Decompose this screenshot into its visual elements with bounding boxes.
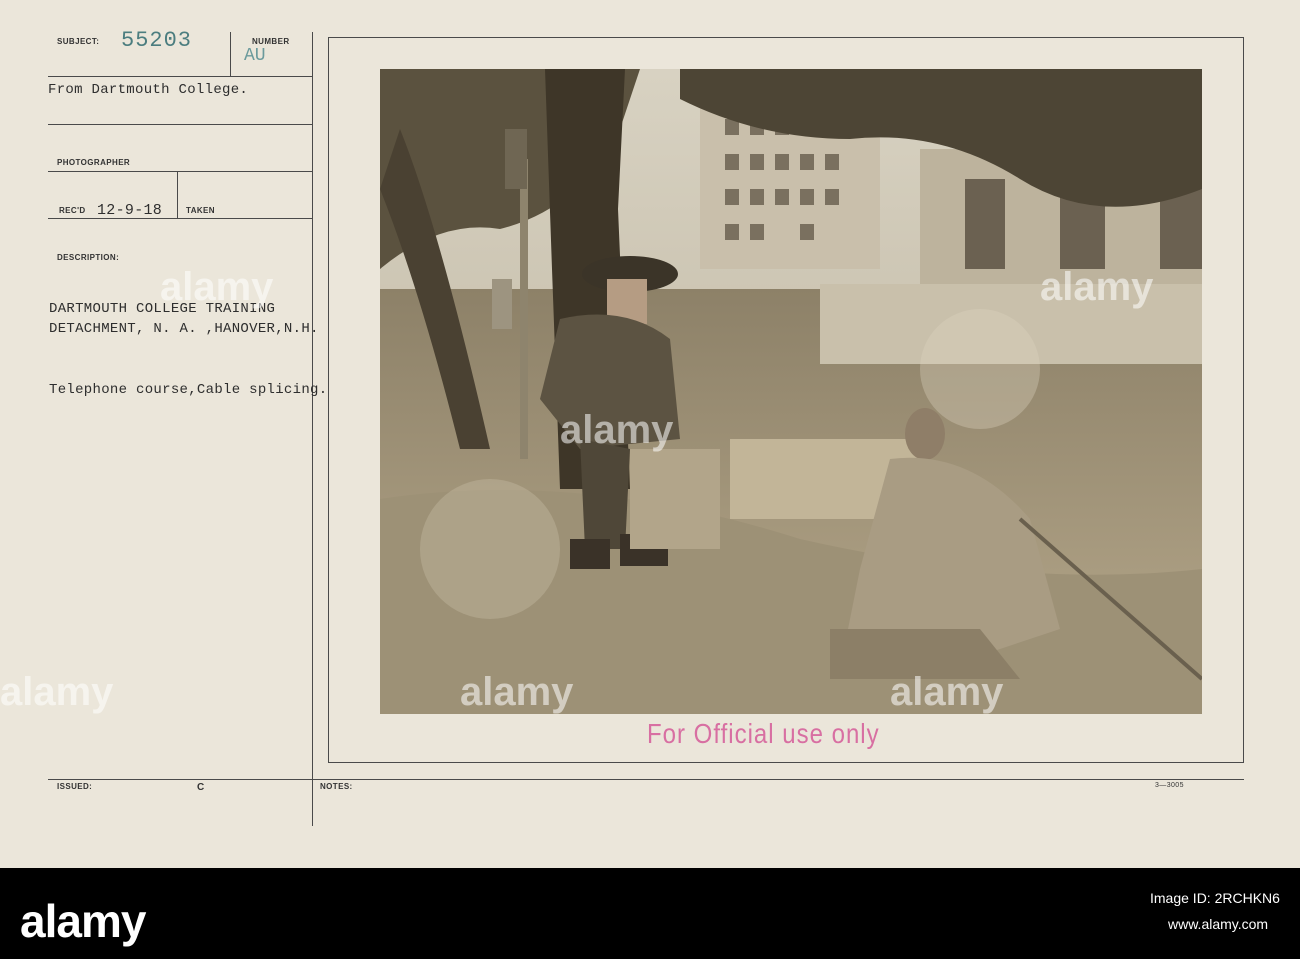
form-rule (312, 32, 313, 826)
photo-illustration (380, 69, 1202, 714)
form-rule (48, 779, 1244, 780)
form-rule (48, 124, 312, 125)
form-rule (328, 762, 1244, 763)
watermark-logo: alamy (0, 670, 114, 714)
form-rule (230, 32, 231, 76)
alamy-url: www.alamy.com (1168, 916, 1269, 932)
description-line-2: DETACHMENT, N. A. ,HANOVER,N.H. (49, 321, 319, 337)
form-rule (48, 76, 312, 77)
source-text: From Dartmouth College. (48, 82, 249, 98)
number-code: AU (244, 46, 266, 66)
watermark-logo: alamy (460, 670, 574, 714)
issued-label: ISSUED: (57, 782, 93, 791)
caption-text: Telephone course,Cable splicing. (49, 382, 328, 398)
form-rule (48, 171, 312, 172)
photograph (380, 69, 1202, 714)
image-id: Image ID: 2RCHKN6 (1150, 890, 1280, 906)
watermark-logo: alamy (1040, 265, 1154, 309)
subject-number: 55203 (121, 28, 193, 53)
watermark-logo: alamy (160, 265, 274, 309)
watermark-logo: alamy (890, 670, 1004, 714)
description-label: DESCRIPTION: (57, 253, 120, 262)
form-rule (328, 37, 1244, 38)
form-rule (177, 171, 178, 218)
recd-label: REC'D (59, 206, 86, 215)
watermark-logo: alamy (560, 408, 674, 452)
photographer-label: PHOTOGRAPHER (57, 158, 131, 167)
subject-label: SUBJECT: (57, 37, 100, 46)
recd-date: 12-9-18 (97, 202, 163, 219)
issued-mark: C (197, 782, 205, 793)
official-use-stamp: For Official use only (647, 718, 880, 750)
form-rule (48, 218, 312, 219)
form-rule (328, 37, 329, 762)
notes-label: NOTES: (320, 782, 353, 791)
taken-label: TAKEN (186, 206, 215, 215)
number-label: NUMBER (252, 37, 290, 46)
form-rule (1243, 37, 1244, 762)
watermark-band: alamy Image ID: 2RCHKN6 www.alamy.com (0, 868, 1300, 959)
alamy-logo: alamy (20, 895, 146, 947)
form-number: 3—3005 (1155, 782, 1184, 789)
